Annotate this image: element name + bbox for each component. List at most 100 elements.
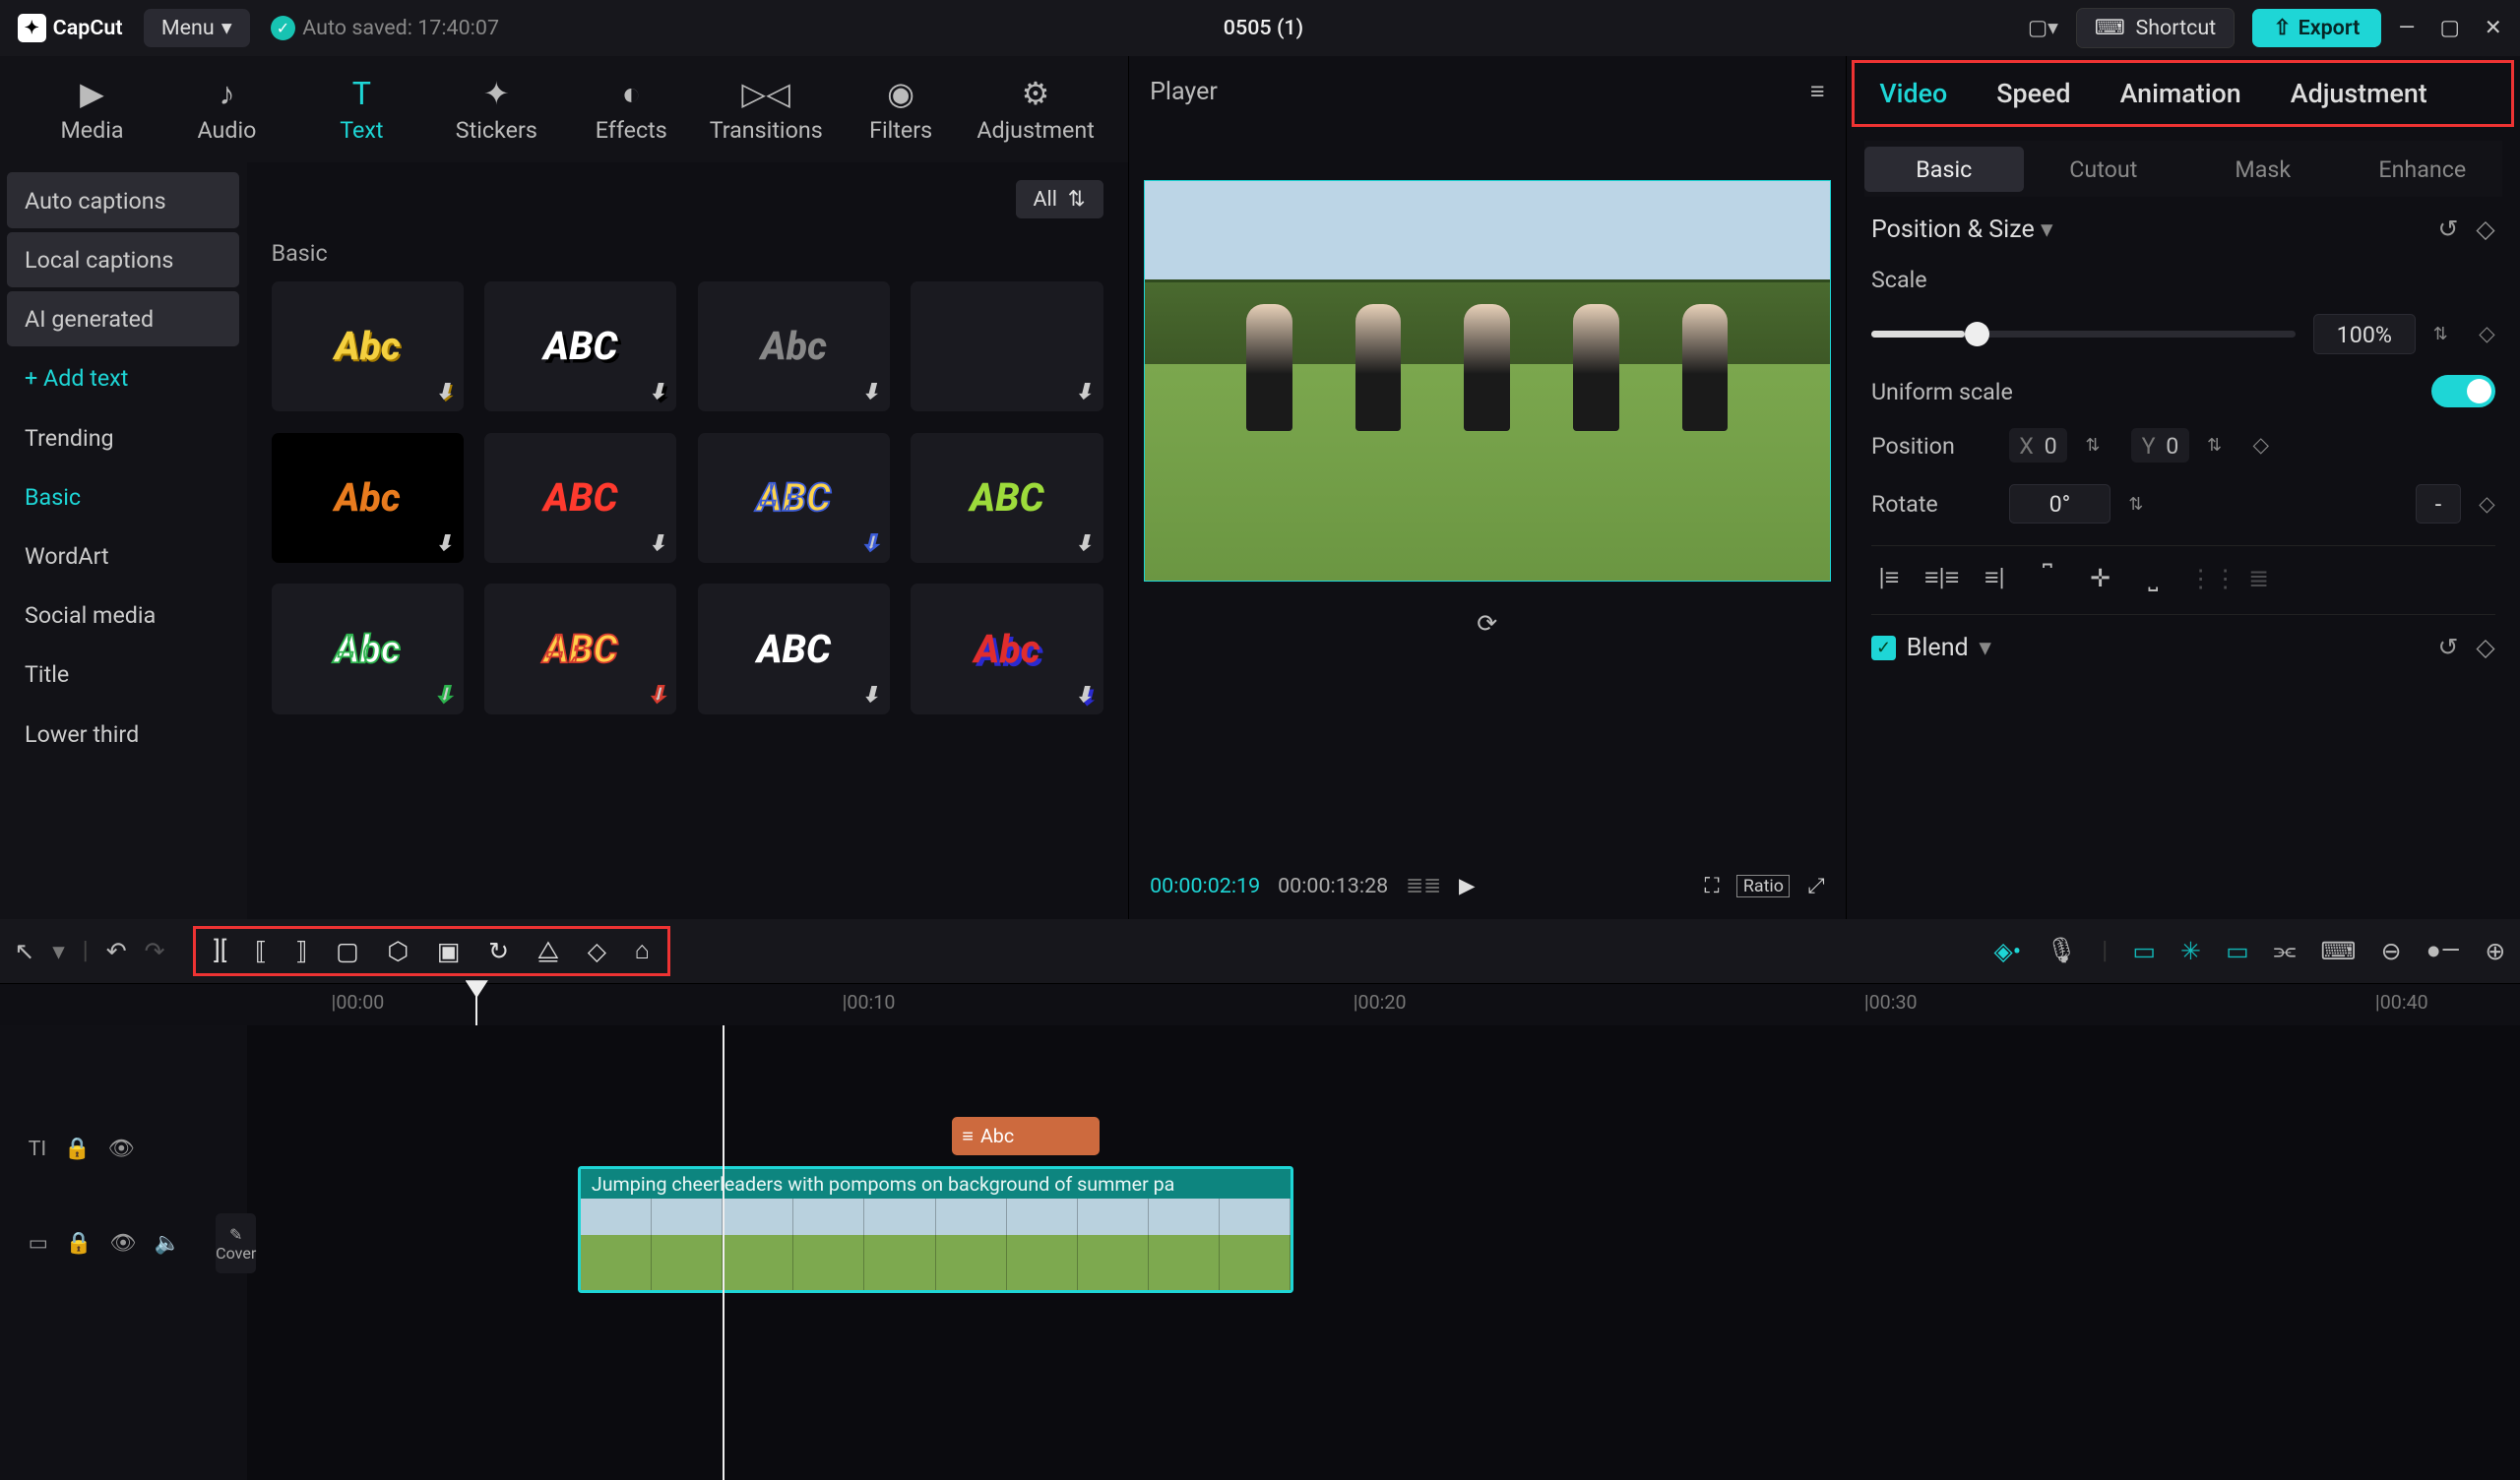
chevron-down-icon[interactable]: ▾ <box>52 937 65 966</box>
side-chip-local-captions[interactable]: Local captions <box>7 232 239 288</box>
side-add-text[interactable]: Add text <box>7 350 239 406</box>
side-chip-auto-captions[interactable]: Auto captions <box>7 172 239 228</box>
text-style-8[interactable]: Abc⬇ <box>272 584 464 713</box>
download-icon[interactable]: ⬇ <box>649 531 666 556</box>
download-icon[interactable]: ⬇ <box>1075 683 1093 708</box>
zoom-out-icon[interactable]: ⊖ <box>2381 937 2402 966</box>
reset-icon[interactable]: ↺ <box>2437 633 2458 662</box>
side-item-basic[interactable]: Basic <box>7 468 239 524</box>
nav-adjustment[interactable]: ⚙Adjustment <box>969 75 1103 144</box>
trim-right-icon[interactable]: ⟧ <box>295 937 307 966</box>
trim-left-icon[interactable]: ⟦ <box>255 937 267 966</box>
rotate-dial[interactable]: - <box>2416 484 2462 524</box>
crop-icon[interactable]: ⌂ <box>635 937 650 965</box>
keyframe-icon[interactable]: ◇ <box>2476 215 2494 244</box>
auto-tool-icon[interactable]: ◈• <box>1994 937 2022 966</box>
undo-button[interactable]: ↶ <box>106 937 127 966</box>
side-item-lower-third[interactable]: Lower third <box>7 706 239 762</box>
inspector-subtab-basic[interactable]: Basic <box>1864 147 2024 192</box>
lock-icon[interactable]: 🔒 <box>64 1137 91 1161</box>
text-style-5[interactable]: ABC⬇ <box>484 433 676 563</box>
align-left-icon[interactable]: |≡ <box>1871 564 1907 593</box>
snap-1-icon[interactable]: ▭ <box>2132 937 2156 966</box>
levels-icon[interactable]: ≣≣ <box>1406 874 1441 898</box>
inspector-subtab-enhance[interactable]: Enhance <box>2343 147 2502 192</box>
uniform-scale-toggle[interactable] <box>2431 375 2494 406</box>
selection-tool-icon[interactable]: ↖ <box>14 937 34 966</box>
redo-button[interactable]: ↷ <box>145 937 165 966</box>
layout-icon[interactable]: ▢▾ <box>2028 16 2058 40</box>
nav-text[interactable]: TText <box>294 75 429 144</box>
video-clip[interactable]: Jumping cheerleaders with pompoms on bac… <box>578 1166 1293 1293</box>
shield-icon[interactable]: ⬡ <box>387 937 409 966</box>
zoom-in-icon[interactable]: ⊕ <box>2485 937 2505 966</box>
text-style-0[interactable]: Abc⬇ <box>272 281 464 411</box>
eye-icon[interactable]: 👁 <box>108 1137 135 1161</box>
side-item-wordart[interactable]: WordArt <box>7 528 239 585</box>
download-icon[interactable]: ⬇ <box>649 683 666 708</box>
text-style-10[interactable]: ABC⬇ <box>698 584 890 713</box>
scale-slider[interactable] <box>1871 331 2296 338</box>
inspector-subtab-cutout[interactable]: Cutout <box>2024 147 2183 192</box>
zoom-slider[interactable]: ●— <box>2426 937 2461 965</box>
chevron-down-icon[interactable]: ▾ <box>1979 633 1991 662</box>
nav-media[interactable]: ▶Media <box>25 75 159 144</box>
download-icon[interactable]: ⬇ <box>1075 531 1093 556</box>
reset-icon[interactable]: ↺ <box>2437 215 2458 244</box>
inspector-tab-video[interactable]: Video <box>1879 78 1947 109</box>
download-icon[interactable]: ⬇ <box>1075 380 1093 404</box>
blend-checkbox[interactable]: ✓ <box>1871 636 1896 660</box>
download-icon[interactable]: ⬇ <box>861 380 879 404</box>
download-icon[interactable]: ⬇ <box>435 531 453 556</box>
menu-button[interactable]: Menu ▾ <box>144 9 250 47</box>
mic-icon[interactable]: 🎙 <box>2046 937 2077 965</box>
text-style-4[interactable]: Abc⬇ <box>272 433 464 563</box>
reverse-icon[interactable]: ↻ <box>488 937 509 966</box>
snap-3-icon[interactable]: ▭ <box>2226 937 2249 966</box>
side-item-title[interactable]: Title <box>7 647 239 703</box>
scale-stepper[interactable]: ⇅ <box>2433 324 2462 344</box>
lock-icon[interactable]: 🔒 <box>66 1231 93 1256</box>
inspector-tab-speed[interactable]: Speed <box>1996 78 2070 109</box>
timeline-ruler[interactable]: |00:00|00:10|00:20|00:30|00:40 <box>0 983 2520 1025</box>
link-icon[interactable]: ⫘ <box>2274 937 2297 966</box>
align-bottom-icon[interactable]: ⎵ <box>2135 564 2171 593</box>
rotate-icon[interactable]: ◇ <box>588 937 606 966</box>
nav-audio[interactable]: ♪Audio <box>159 75 294 144</box>
preview-menu-icon[interactable]: ≡ <box>1810 78 1825 106</box>
align-top-icon[interactable]: ⎴ <box>2030 564 2065 593</box>
filter-all-button[interactable]: All ⇅ <box>1016 180 1103 218</box>
download-icon[interactable]: ⬇ <box>435 380 453 404</box>
scale-value[interactable]: 100% <box>2313 314 2416 354</box>
nav-filters[interactable]: ◉Filters <box>834 75 969 144</box>
text-style-1[interactable]: ABC⬇ <box>484 281 676 411</box>
inspector-tab-adjustment[interactable]: Adjustment <box>2291 78 2427 109</box>
eye-icon[interactable]: 👁 <box>109 1231 136 1256</box>
minimize-button[interactable]: — <box>2399 16 2416 40</box>
download-icon[interactable]: ⬇ <box>435 683 453 708</box>
position-x-input[interactable]: X0 <box>2009 428 2068 462</box>
text-style-9[interactable]: ABC⬇ <box>484 584 676 713</box>
text-style-7[interactable]: ABC⬇ <box>911 433 1102 563</box>
side-item-trending[interactable]: Trending <box>7 409 239 465</box>
text-style-11[interactable]: Abc⬇ <box>911 584 1102 713</box>
mute-icon[interactable]: 🔈 <box>155 1231 181 1256</box>
keyframe-icon[interactable]: ◇ <box>2253 433 2270 458</box>
side-chip-ai-generated[interactable]: AI generated <box>7 291 239 347</box>
download-icon[interactable]: ⬇ <box>861 683 879 708</box>
side-item-social-media[interactable]: Social media <box>7 587 239 644</box>
frame-icon[interactable]: ▣ <box>437 937 461 966</box>
download-icon[interactable]: ⬇ <box>649 380 666 404</box>
text-clip[interactable]: ≡ Abc <box>952 1117 1100 1155</box>
nav-effects[interactable]: ◐Effects <box>564 75 699 144</box>
close-button[interactable]: ✕ <box>2485 16 2502 40</box>
snap-2-icon[interactable]: ✳ <box>2180 937 2201 966</box>
rotate-value[interactable]: 0° <box>2009 484 2111 524</box>
position-y-input[interactable]: Y0 <box>2131 428 2189 462</box>
fullscreen-icon[interactable]: ⤢ <box>1807 874 1824 898</box>
text-style-3[interactable]: ⬇ <box>911 281 1102 411</box>
keyframe-icon[interactable]: ◇ <box>2476 633 2494 662</box>
ratio-button[interactable]: Ratio <box>1736 875 1790 897</box>
chevron-down-icon[interactable]: ▾ <box>2041 216 2053 244</box>
track-body[interactable]: ≡ Abc Jumping cheerleaders with pompoms … <box>247 1025 2520 1480</box>
